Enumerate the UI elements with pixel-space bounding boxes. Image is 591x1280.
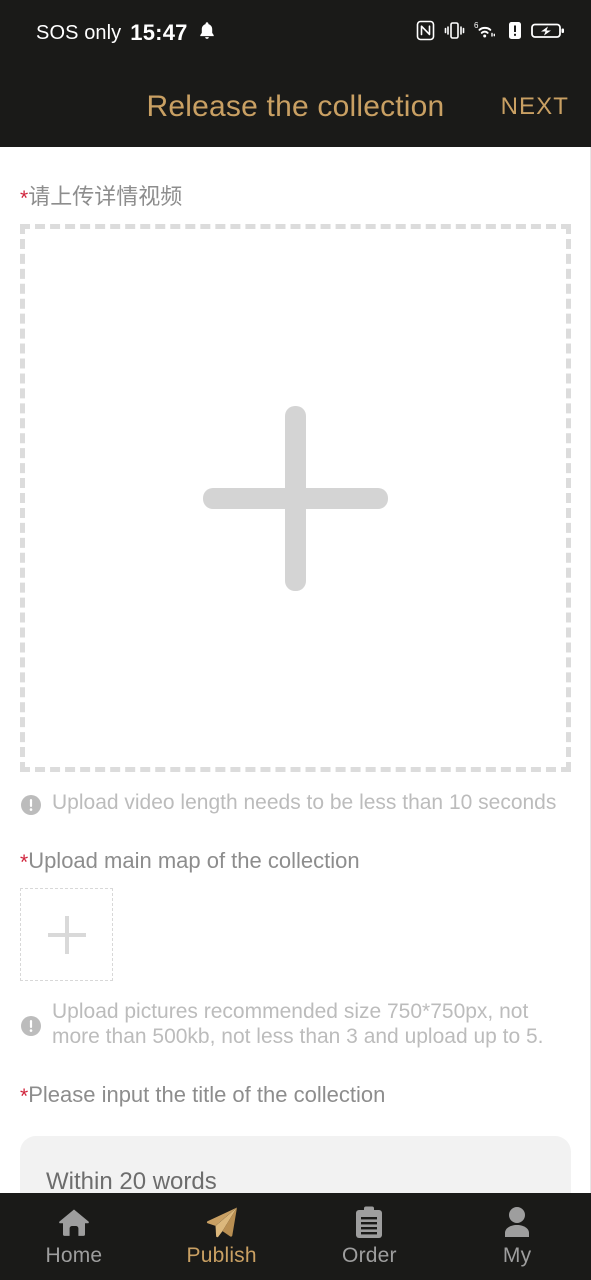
title-field-label: *Please input the title of the collectio… xyxy=(20,1082,571,1109)
video-upload-dropzone[interactable] xyxy=(20,224,571,772)
carrier-label: SOS only xyxy=(36,21,122,44)
next-button[interactable]: NEXT xyxy=(501,93,569,121)
wifi-6-icon: 6 xyxy=(474,20,499,46)
nav-item-publish[interactable]: Publish xyxy=(148,1206,296,1268)
bell-icon xyxy=(197,20,217,46)
info-exclamation-icon xyxy=(21,795,41,815)
main-map-upload-dropzone[interactable] xyxy=(20,888,113,981)
video-hint: Upload video length needs to be less tha… xyxy=(20,791,571,816)
main-map-hint: Upload pictures recommended size 750*750… xyxy=(20,1000,571,1050)
bottom-navigation: Home Publish Order My xyxy=(0,1193,591,1280)
main-map-hint-text: Upload pictures recommended size 750*750… xyxy=(52,1000,544,1048)
status-bar: SOS only 15:47 6 xyxy=(0,0,591,66)
clock-label: 15:47 xyxy=(130,20,188,45)
title-label-text: Please input the title of the collection xyxy=(28,1081,386,1107)
info-exclamation-icon xyxy=(21,1016,41,1037)
nav-label-my: My xyxy=(502,1243,532,1267)
main-map-label-text: Upload main map of the collection xyxy=(28,848,360,873)
form-content: *请上传详情视频 Upload video length needs to be… xyxy=(0,147,591,1193)
vibrate-icon xyxy=(444,20,465,46)
home-icon xyxy=(57,1206,91,1239)
app-screen: SOS only 15:47 6 Release the collection … xyxy=(0,0,591,1280)
video-hint-text: Upload video length needs to be less tha… xyxy=(52,791,557,814)
app-header: Release the collection NEXT xyxy=(0,66,591,147)
collection-title-input[interactable] xyxy=(20,1135,571,1193)
alert-icon xyxy=(508,20,522,46)
main-map-field-label: *Upload main map of the collection xyxy=(20,848,571,875)
video-field-label: *请上传详情视频 xyxy=(20,179,571,211)
nfc-icon xyxy=(416,20,435,46)
required-marker: * xyxy=(20,187,29,210)
video-label-text: 请上传详情视频 xyxy=(28,184,183,209)
nav-label-home: Home xyxy=(45,1243,103,1267)
clipboard-icon xyxy=(354,1206,384,1239)
nav-label-order: Order xyxy=(342,1243,397,1267)
plus-icon xyxy=(47,915,86,954)
nav-label-publish: Publish xyxy=(186,1243,257,1267)
nav-item-order[interactable]: Order xyxy=(296,1206,444,1268)
status-bar-left: SOS only 15:47 xyxy=(36,20,217,46)
nav-item-home[interactable]: Home xyxy=(0,1206,148,1268)
paper-plane-icon xyxy=(204,1206,240,1239)
required-marker: * xyxy=(20,851,29,874)
required-marker: * xyxy=(20,1084,29,1108)
nav-item-my[interactable]: My xyxy=(443,1206,591,1268)
person-icon xyxy=(501,1206,533,1239)
battery-charging-icon xyxy=(531,20,565,46)
status-bar-right: 6 xyxy=(416,20,565,46)
svg-text:6: 6 xyxy=(474,21,479,30)
plus-icon xyxy=(203,405,388,591)
